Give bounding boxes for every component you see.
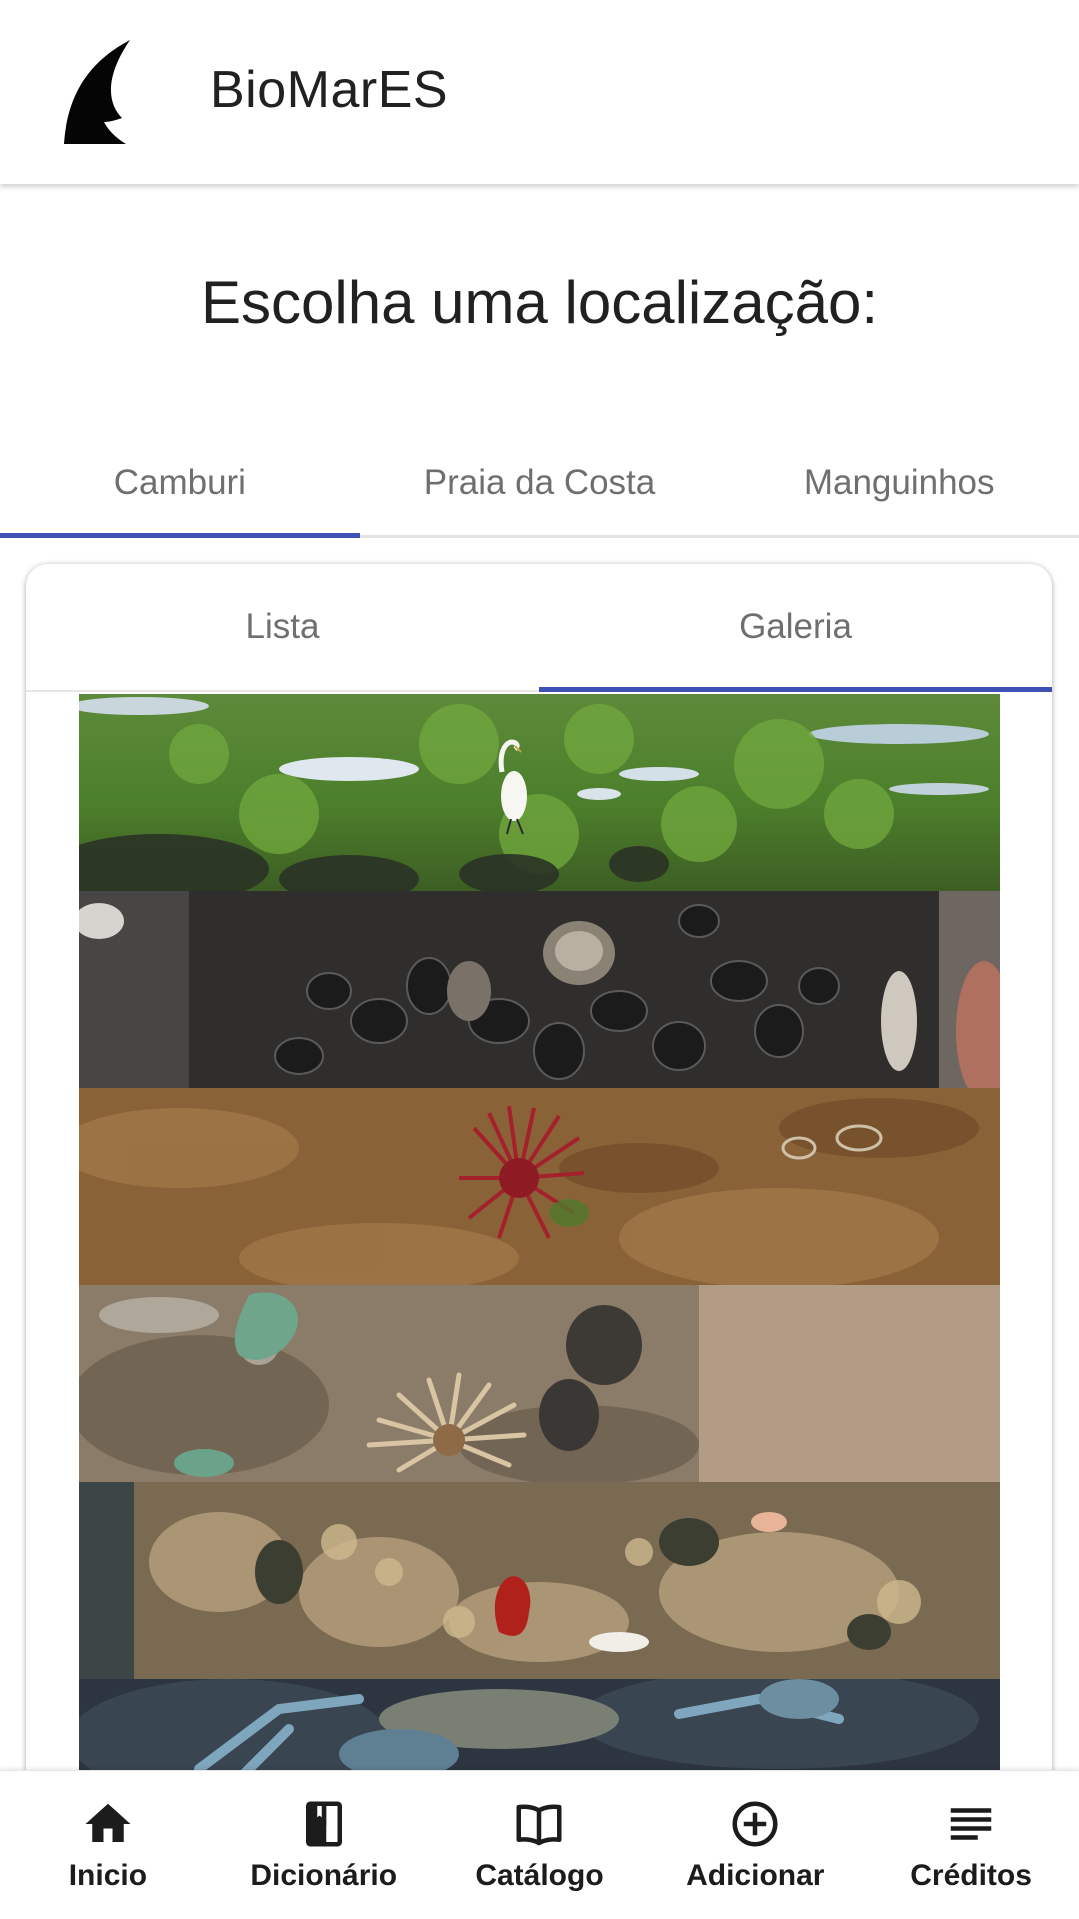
nav-catalogo[interactable]: Catálogo (432, 1771, 648, 1919)
tab-praia-da-costa[interactable]: Praia da Costa (360, 430, 720, 535)
tab-camburi[interactable]: Camburi (0, 430, 360, 538)
nav-label-adicionar: Adicionar (686, 1859, 825, 1892)
nav-label-inicio: Inicio (68, 1859, 148, 1892)
book-icon (305, 1801, 342, 1847)
gallery-photo-egret[interactable] (79, 694, 1000, 891)
gallery-photo-mussels[interactable] (79, 891, 1000, 1088)
nav-inicio[interactable]: Inicio (0, 1771, 216, 1919)
open-book-icon (516, 1804, 562, 1846)
app-title: BioMarES (210, 61, 449, 119)
bottom-navigation: Inicio Dicionário Catálogo Adicionar Cré… (0, 1770, 1079, 1919)
gallery-photo-crevice[interactable] (79, 1482, 1000, 1679)
nav-label-dicionario: Dicionário (250, 1859, 398, 1892)
add-circle-icon (732, 1801, 778, 1847)
tab-lista[interactable]: Lista (26, 564, 539, 690)
gallery-photo-red-anemone[interactable] (79, 1088, 1000, 1285)
home-icon (85, 1803, 131, 1842)
tab-manguinhos[interactable]: Manguinhos (719, 430, 1079, 535)
nav-creditos[interactable]: Créditos (863, 1771, 1079, 1919)
nav-label-creditos: Créditos (910, 1859, 1032, 1892)
photo-gallery (79, 694, 1000, 1876)
app-bar: BioMarES (0, 0, 1079, 184)
location-card: Lista Galeria (26, 564, 1052, 1919)
nav-adicionar[interactable]: Adicionar (647, 1771, 863, 1919)
nav-dicionario[interactable]: Dicionário (216, 1771, 432, 1919)
page-title: Escolha uma localização: (200, 269, 879, 336)
gallery-photo-brown-anemone[interactable] (79, 1285, 1000, 1482)
shark-fin-logo (64, 40, 130, 144)
view-tabs: Lista Galeria (26, 564, 1052, 692)
nav-label-catalogo: Catálogo (475, 1859, 604, 1892)
tab-galeria[interactable]: Galeria (539, 564, 1052, 692)
list-icon (950, 1808, 992, 1840)
location-tabs: Camburi Praia da Costa Manguinhos (0, 430, 1079, 538)
